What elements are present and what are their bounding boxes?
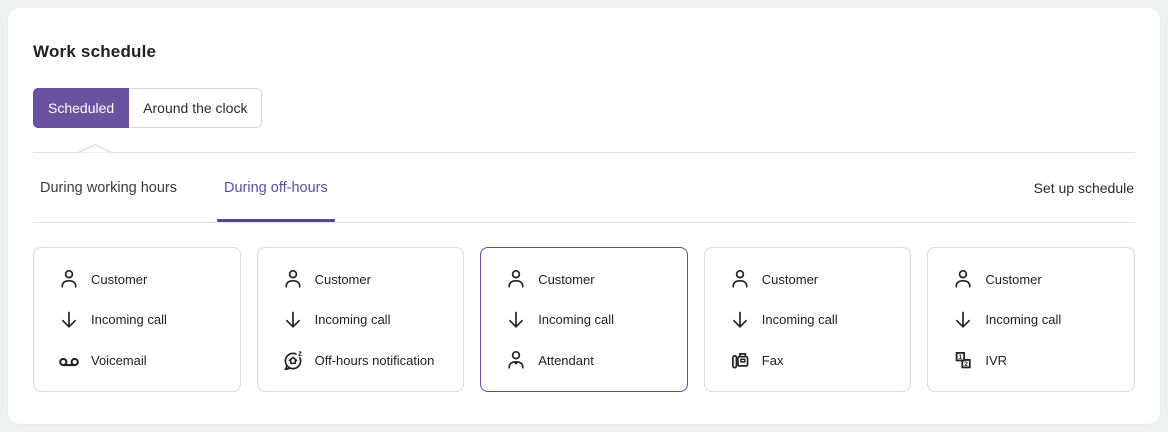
card-row: Attendant: [504, 348, 677, 372]
customer-icon: [281, 267, 305, 291]
customer-icon: [57, 267, 81, 291]
card-row-label: Incoming call: [538, 312, 615, 327]
card-row: Customer: [57, 267, 230, 291]
incoming-call-icon: [57, 308, 81, 332]
caret-up-icon: [77, 144, 113, 153]
card-row: Incoming call: [951, 308, 1124, 332]
card-row: Customer: [281, 267, 454, 291]
card-row-label: Attendant: [538, 352, 594, 368]
scheduled-toggle-button[interactable]: Scheduled: [33, 88, 130, 128]
card-row-label: Incoming call: [985, 312, 1062, 327]
card-row: IVR: [951, 348, 1124, 372]
card-row: Customer: [728, 267, 901, 291]
card-row-label: IVR: [985, 352, 1008, 368]
card-row: Voicemail: [57, 348, 230, 372]
card-fax[interactable]: Customer Incoming call Fax: [703, 247, 912, 392]
card-row-label: Customer: [314, 271, 371, 287]
card-row: Incoming call: [281, 308, 454, 332]
attendant-icon: [504, 348, 528, 372]
customer-icon: [951, 267, 975, 291]
card-row: Customer: [951, 267, 1124, 291]
card-row: Customer: [504, 267, 677, 291]
fax-icon: [728, 348, 752, 372]
card-row-label: Off-hours notification: [314, 352, 435, 368]
card-row-label: Incoming call: [91, 312, 167, 327]
ivr-icon: [951, 348, 975, 372]
incoming-call-icon: [951, 308, 975, 332]
customer-icon: [504, 267, 528, 291]
card-row-label: Incoming call: [761, 312, 838, 327]
card-row-label: Customer: [538, 271, 595, 287]
tab-during-working-hours[interactable]: During working hours: [33, 153, 184, 222]
card-ivr[interactable]: Customer Incoming call IVR: [927, 247, 1135, 392]
set-up-schedule-link[interactable]: Set up schedule: [1033, 180, 1135, 196]
schedule-mode-toggle: Scheduled Around the clock: [33, 88, 263, 128]
card-row: Incoming call: [728, 308, 901, 332]
incoming-call-icon: [728, 308, 752, 332]
card-row: Fax: [728, 348, 901, 372]
card-row-label: Customer: [761, 271, 819, 287]
voicemail-icon: [57, 348, 81, 372]
card-row-label: Voicemail: [91, 352, 147, 368]
card-row: Incoming call: [504, 308, 677, 332]
around-the-clock-toggle-button[interactable]: Around the clock: [129, 88, 263, 128]
work-schedule-panel: Work schedule Scheduled Around the clock…: [8, 8, 1160, 424]
card-voicemail[interactable]: Customer Incoming call Voicemail: [33, 247, 241, 392]
card-row: Off-hours notification: [281, 348, 454, 372]
customer-icon: [728, 267, 752, 291]
incoming-call-icon: [281, 308, 305, 332]
card-off-hours-notification[interactable]: Customer Incoming call Off-hours notific…: [256, 247, 465, 392]
card-row-label: Customer: [985, 271, 1042, 287]
card-attendant[interactable]: Customer Incoming call Attendant: [480, 247, 688, 392]
incoming-call-icon: [504, 308, 528, 332]
call-flow-cards: Customer Incoming call Voicemail Custome…: [33, 247, 1135, 392]
card-row-label: Fax: [761, 352, 784, 368]
hours-tabs: During working hours During off-hours Se…: [33, 153, 1135, 223]
card-row-label: Customer: [91, 271, 148, 287]
off-hours-notification-icon: [281, 348, 305, 372]
card-row-label: Incoming call: [314, 312, 391, 327]
toggle-divider: [33, 144, 1135, 153]
tab-during-off-hours[interactable]: During off-hours: [217, 153, 335, 222]
card-row: Incoming call: [57, 308, 230, 332]
page-title: Work schedule: [33, 42, 157, 61]
